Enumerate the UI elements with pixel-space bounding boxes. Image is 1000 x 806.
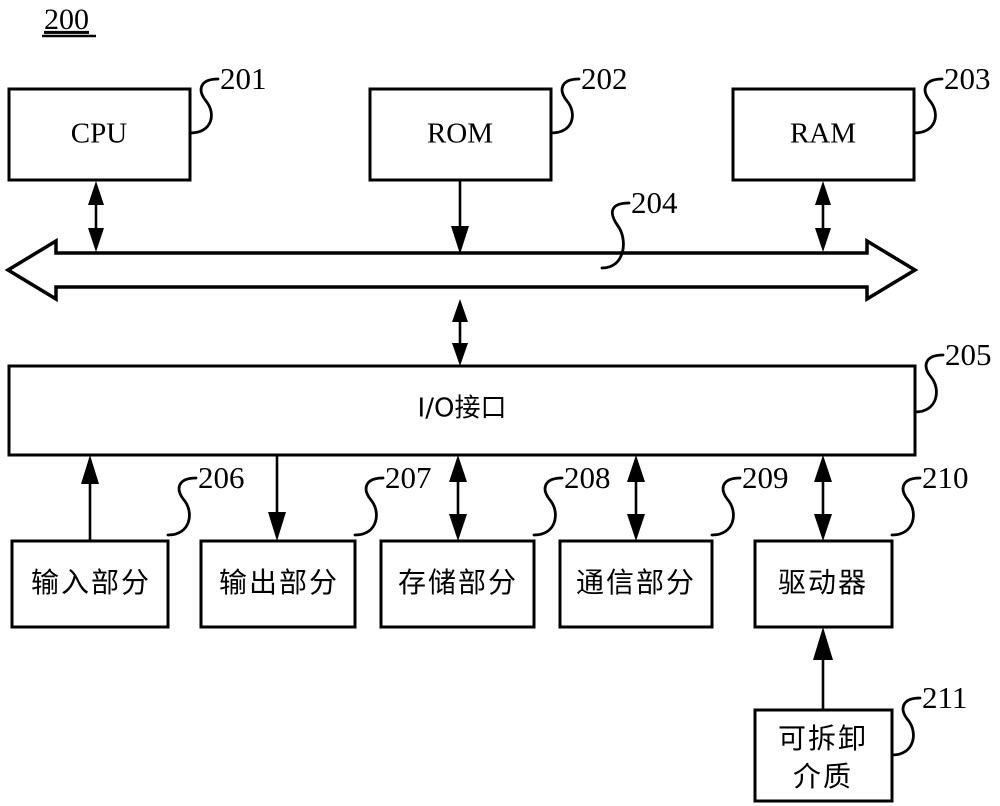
removable-media-ref-number: 211 (922, 680, 967, 715)
io-leader-line (913, 353, 945, 414)
leader-driver: 210 (890, 460, 969, 537)
bus-ref-number: 204 (631, 185, 678, 220)
arrow-down-driver (814, 514, 832, 541)
block-communication[interactable]: 通信部分 (558, 539, 714, 629)
driver-label: 驱动器 (778, 566, 868, 599)
leader-communication: 209 (710, 460, 789, 537)
figure-number: 200 (42, 3, 96, 38)
arrow-up-comm (627, 455, 645, 482)
arrow-up-media (813, 627, 833, 660)
arrow-down-storage (449, 514, 467, 541)
arrow-up-cpu (88, 181, 104, 205)
removable-media-label-line2: 介质 (793, 760, 853, 793)
storage-ref-number: 208 (564, 460, 611, 495)
leader-input: 206 (166, 460, 245, 537)
block-io-interface[interactable]: I/O接口 (7, 364, 917, 457)
communication-ref-number: 209 (742, 460, 789, 495)
output-ref-number: 207 (385, 460, 432, 495)
block-storage[interactable]: 存储部分 (379, 539, 536, 629)
cpu-leader-line (188, 77, 220, 135)
cpu-ref-number: 201 (220, 61, 267, 96)
leader-storage: 208 (532, 460, 611, 537)
storage-label: 存储部分 (398, 566, 518, 599)
connector-io-driver (814, 455, 832, 541)
architecture-diagram: 200 CPU 201 ROM 202 RAM 203 204 I/O接口 20… (4, 3, 992, 803)
arrow-down-output (268, 512, 286, 541)
arrow-up-input (81, 455, 99, 484)
block-cpu[interactable]: CPU (7, 87, 192, 182)
leader-io: 205 (913, 337, 992, 414)
block-rom[interactable]: ROM (368, 87, 553, 182)
input-ref-number: 206 (198, 460, 245, 495)
connector-ram-bus (815, 181, 831, 252)
arrow-down-comm (627, 514, 645, 541)
ram-ref-number: 203 (944, 61, 991, 96)
cpu-label: CPU (71, 118, 127, 150)
io-ref-number: 205 (945, 337, 992, 372)
figure-number-text: 200 (44, 3, 89, 36)
connector-io-input (81, 455, 99, 541)
arrow-up-io-bus (452, 299, 468, 322)
input-label: 输入部分 (31, 566, 151, 599)
driver-ref-number: 210 (922, 460, 969, 495)
connector-media-driver (813, 627, 833, 710)
leader-removable-media: 211 (890, 680, 967, 757)
block-output[interactable]: 输出部分 (199, 539, 357, 629)
leader-rom: 202 (549, 61, 628, 135)
connector-cpu-bus (88, 181, 104, 252)
rom-leader-line (549, 77, 581, 135)
rom-label: ROM (427, 118, 493, 150)
storage-leader-line (532, 476, 564, 537)
arrow-down-bus-ram (815, 228, 831, 252)
arrow-up-storage (449, 455, 467, 482)
block-bus[interactable] (4, 237, 919, 303)
output-leader-line (353, 476, 385, 537)
leader-cpu: 201 (188, 61, 267, 135)
block-removable-media[interactable]: 可拆卸 介质 (753, 708, 894, 803)
leader-ram: 203 (912, 61, 991, 135)
io-interface-label: I/O接口 (418, 394, 507, 424)
arrow-up-driver (814, 455, 832, 482)
block-input[interactable]: 输入部分 (10, 539, 170, 629)
system-bus[interactable] (4, 237, 919, 303)
block-driver[interactable]: 驱动器 (753, 539, 894, 629)
arrow-down-rom (451, 226, 469, 254)
input-leader-line (166, 476, 198, 537)
driver-leader-line (890, 476, 922, 537)
connector-rom-bus (451, 180, 469, 254)
arrow-up-ram (815, 181, 831, 205)
figure-canvas: 200 CPU 201 ROM 202 RAM 203 204 I/O接口 20… (0, 0, 1000, 806)
connector-bus-io (452, 299, 468, 366)
block-ram[interactable]: RAM (731, 87, 916, 182)
removable-media-leader-line (890, 696, 922, 757)
leader-output: 207 (353, 460, 432, 537)
removable-media-label-line1: 可拆卸 (778, 722, 868, 755)
connector-io-storage (449, 455, 467, 541)
arrow-down-bus-io (452, 343, 468, 366)
connector-io-comm (627, 455, 645, 541)
rom-ref-number: 202 (581, 61, 628, 96)
communication-leader-line (710, 476, 742, 537)
arrow-down-bus-cpu (88, 228, 104, 252)
communication-label: 通信部分 (576, 566, 696, 599)
ram-label: RAM (790, 118, 856, 150)
connector-io-output (268, 455, 286, 541)
ram-leader-line (912, 77, 944, 135)
output-label: 输出部分 (219, 566, 339, 599)
